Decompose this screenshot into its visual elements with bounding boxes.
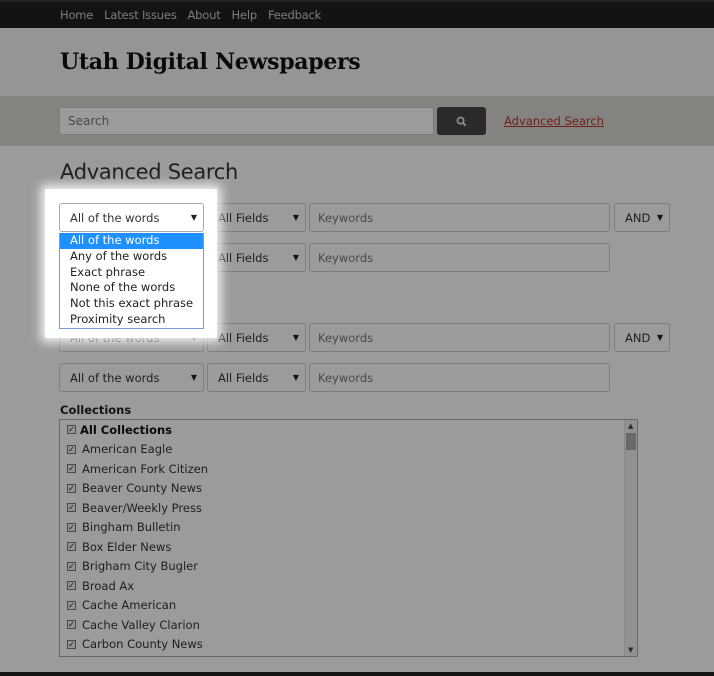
checkbox[interactable]: ✓ <box>67 503 76 513</box>
collection-item[interactable]: ✓ Broad Ax <box>60 576 637 596</box>
collection-label: Cache American <box>82 598 177 613</box>
checkbox[interactable]: ✓ <box>67 444 76 454</box>
checkbox[interactable]: ✓ <box>67 581 76 591</box>
page-title: Advanced Search <box>60 160 239 184</box>
caret-down-icon: ▼ <box>190 213 197 222</box>
dropdown-option[interactable]: Not this exact phrase <box>60 296 203 312</box>
collection-item[interactable]: ✓ Carbon County News <box>60 635 637 655</box>
field-select[interactable]: All Fields ▼ <box>207 363 306 392</box>
collection-label: All Collections <box>80 422 172 437</box>
search-icon <box>456 116 467 126</box>
checkbox[interactable]: ✓ <box>67 425 76 435</box>
checkbox[interactable]: ✓ <box>67 639 76 649</box>
caret-down-icon: ▼ <box>292 213 299 222</box>
collection-item[interactable]: ✓ Beaver/Weekly Press <box>60 498 637 518</box>
nav-about[interactable]: About <box>188 8 221 22</box>
collection-item[interactable]: ✓ Cache American <box>60 596 637 616</box>
collection-item[interactable]: ✓ Brigham City Bugler <box>60 557 637 577</box>
field-select[interactable]: All Fields ▼ <box>207 203 306 232</box>
collections-label: Collections <box>60 403 132 417</box>
collection-label: Broad Ax <box>82 578 135 593</box>
collection-item[interactable]: ✓ Beaver County News <box>60 479 637 499</box>
dropdown-option[interactable]: Any of the words <box>60 249 203 265</box>
caret-down-icon: ▼ <box>656 213 663 222</box>
open-mode-select: All of the words ▼ All of the words Any of… <box>59 203 207 329</box>
advanced-search-link[interactable]: Advanced Search <box>504 114 604 128</box>
collection-all[interactable]: ✓ All Collections <box>60 420 637 440</box>
collection-item[interactable]: ✓ Cache Valley Clarion <box>60 615 637 635</box>
bottom-edge <box>0 672 714 676</box>
collection-label: Beaver/Weekly Press <box>82 500 202 515</box>
search-bar: Advanced Search <box>0 96 714 146</box>
nav-latest-issues[interactable]: Latest Issues <box>104 8 177 22</box>
operator-select[interactable]: AND ▼ <box>614 323 670 352</box>
field-select[interactable]: All Fields ▼ <box>207 243 306 272</box>
collection-item[interactable]: ✓ Bingham Bulletin <box>60 518 637 538</box>
collection-item[interactable]: ✓ Box Elder News <box>60 537 637 557</box>
collection-item[interactable]: ✓ American Eagle <box>60 440 637 460</box>
collection-label: American Eagle <box>82 442 173 457</box>
keywords-input[interactable] <box>309 323 610 352</box>
field-select[interactable]: All Fields ▼ <box>207 323 306 352</box>
keywords-input[interactable] <box>309 243 610 272</box>
dropdown-option[interactable]: Exact phrase <box>60 265 203 281</box>
collections-scrollbar[interactable]: ▲ ▼ <box>624 420 637 656</box>
operator-select[interactable]: AND ▼ <box>614 203 670 232</box>
site-header: Utah Digital Newspapers <box>0 28 714 96</box>
scrollbar-thumb[interactable] <box>626 433 636 450</box>
checkbox[interactable]: ✓ <box>67 600 76 610</box>
nav-help[interactable]: Help <box>232 8 258 22</box>
collection-label: Brigham City Bugler <box>82 559 198 574</box>
mode-dropdown-list: All of the words Any of the words Exact ph… <box>59 233 204 329</box>
checkbox[interactable]: ✓ <box>67 542 76 552</box>
nav-home[interactable]: Home <box>60 8 93 22</box>
keywords-input[interactable] <box>309 363 610 392</box>
checkbox[interactable]: ✓ <box>67 561 76 571</box>
collection-label: Cache Valley Clarion <box>82 617 200 632</box>
caret-down-icon: ▼ <box>292 333 299 342</box>
checkbox[interactable]: ✓ <box>67 522 76 532</box>
search-input[interactable] <box>59 107 434 135</box>
search-button[interactable] <box>437 107 486 135</box>
caret-down-icon: ▼ <box>292 373 299 382</box>
scroll-down-icon[interactable]: ▼ <box>628 646 633 654</box>
caret-down-icon: ▼ <box>190 373 197 382</box>
search-row: All of the words▼ All Fields▼ <box>59 363 614 392</box>
collection-label: American Fork Citizen <box>82 461 208 476</box>
collections-list[interactable]: ✓ All Collections ✓ American Eagle ✓ American… <box>59 419 638 657</box>
nav-feedback[interactable]: Feedback <box>268 8 321 22</box>
collection-item[interactable]: ✓ American Fork Citizen <box>60 459 637 479</box>
site-title[interactable]: Utah Digital Newspapers <box>60 49 361 75</box>
checkbox[interactable]: ✓ <box>67 483 76 493</box>
caret-down-icon: ▼ <box>656 333 663 342</box>
top-nav: Home Latest Issues About Help Feedback <box>0 0 714 28</box>
checkbox[interactable]: ✓ <box>67 464 76 474</box>
collection-label: Box Elder News <box>82 539 172 554</box>
scroll-up-icon[interactable]: ▲ <box>628 422 633 430</box>
dropdown-option[interactable]: Proximity search <box>60 312 203 328</box>
collection-label: Bingham Bulletin <box>82 520 181 535</box>
dropdown-option[interactable]: None of the words <box>60 280 203 296</box>
mode-select[interactable]: All of the words▼ <box>59 363 204 392</box>
mode-select-open[interactable]: All of the words ▼ <box>59 203 204 232</box>
collection-label: Carbon County News <box>82 637 203 652</box>
dropdown-option[interactable]: All of the words <box>60 233 203 249</box>
collection-label: Beaver County News <box>82 481 202 496</box>
checkbox[interactable]: ✓ <box>67 620 76 630</box>
keywords-input[interactable] <box>309 203 610 232</box>
caret-down-icon: ▼ <box>292 253 299 262</box>
